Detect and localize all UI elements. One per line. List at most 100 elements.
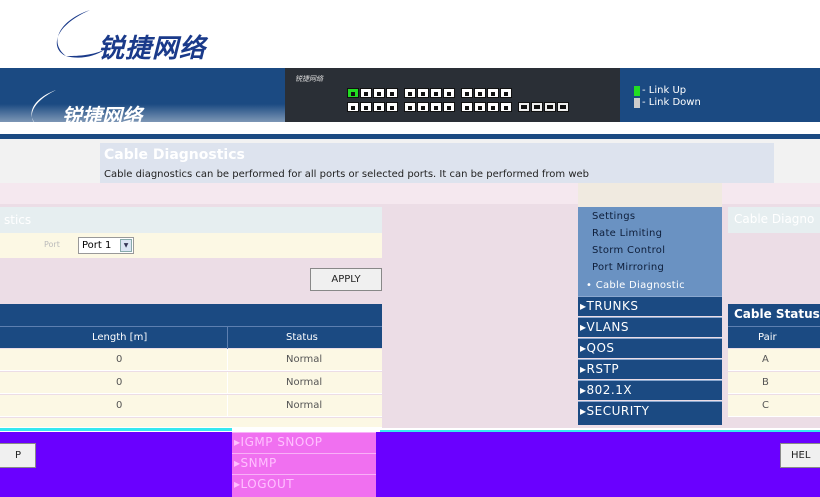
table-title-bar [0,304,382,326]
port-led[interactable] [474,102,486,112]
port-led[interactable] [417,102,429,112]
status-cell: Normal [286,377,323,388]
right-section-title: Cable Diagno [734,212,815,226]
port-led[interactable] [404,102,416,112]
menu-item-snmp[interactable]: ▸SNMP [232,453,376,473]
menu-item-label: LOGOUT [240,477,295,491]
sfp-port[interactable] [518,102,530,112]
table-row: B [728,372,820,394]
port-led[interactable] [386,102,398,112]
menu-item-label: IGMP SNOOP [240,435,323,449]
menu-item-security[interactable]: ▸SECURITY [578,401,722,425]
port-led[interactable] [500,102,512,112]
menu-item-label: VLANS [586,320,630,334]
port-led[interactable] [373,102,385,112]
port-led[interactable] [430,102,442,112]
chevron-down-icon[interactable]: ▼ [120,239,132,252]
submenu-item-cable-diagnostic[interactable]: • Cable Diagnostic [586,280,685,291]
length-cell: 0 [116,377,123,388]
sfp-port[interactable] [544,102,556,112]
port-led[interactable] [443,102,455,112]
table-header-row: Length [m] Status [0,326,382,349]
port-led[interactable] [386,88,398,98]
menu-item-vlans[interactable]: ▸VLANS [578,317,722,337]
pair-header-row: Pair [728,326,820,348]
link-down-label: - Link Down [642,97,701,108]
length-cell: 0 [116,354,123,365]
menu-item-rstp[interactable]: ▸RSTP [578,359,722,379]
menu-item-label: SNMP [240,456,277,470]
header-gap [0,122,820,128]
length-cell: 0 [116,400,123,411]
cable-status-title: Cable Status [728,304,820,326]
port-led[interactable] [360,88,372,98]
section-title: stics [4,213,32,227]
right-section-header: Cable Diagno [728,207,820,233]
port-led[interactable] [487,88,499,98]
link-up-swatch [634,86,640,96]
pair-cell: A [762,354,769,365]
menu-item-qos[interactable]: ▸QOS [578,338,722,358]
title-box: Cable Diagnostics Cable diagnostics can … [100,143,774,183]
port-led[interactable] [373,88,385,98]
help-button[interactable]: HEL [780,443,820,468]
apply-button[interactable]: APPLY [310,268,382,291]
port-select-value: Port 1 [82,240,112,251]
logo: 锐捷网络 [40,6,210,64]
column-header-length: Length [m] [92,332,148,343]
menu-item-logout[interactable]: ▸LOGOUT [232,474,376,494]
page-title: Cable Diagnostics [104,147,245,163]
sfp-port[interactable] [531,102,543,112]
port-select[interactable]: Port 1 ▼ [78,237,134,254]
menu-item-label: QOS [586,341,615,355]
port-led[interactable] [461,102,473,112]
submenu-item-storm-control[interactable]: Storm Control [592,245,665,256]
bottom-menu: ▸IGMP SNOOP ▸SNMP ▸LOGOUT [232,432,376,497]
submenu-item-port-mirroring[interactable]: Port Mirroring [592,262,664,273]
sfp-port[interactable] [557,102,569,112]
submenu-item-rate-limiting[interactable]: Rate Limiting [592,228,662,239]
ports-bottom-row [347,102,573,112]
port-led[interactable] [443,88,455,98]
port-row: Port Port 1 ▼ [0,233,382,258]
port-led[interactable] [430,88,442,98]
status-cell: Normal [286,400,323,411]
link-down-swatch [634,98,640,108]
port-led[interactable] [347,102,359,112]
port-led[interactable] [360,102,372,112]
port-label: Port [44,240,60,249]
menu-item-label: TRUNKS [586,299,639,313]
section-header: stics [0,207,382,233]
glitch-line [0,428,232,431]
table-row: A [728,349,820,371]
submenu-item-settings[interactable]: Settings [592,211,635,222]
active-submenu-label: Cable Diagnostic [595,280,685,291]
menu-item-trunks[interactable]: ▸TRUNKS [578,296,722,316]
table-row: 0 Normal [0,372,382,394]
table-row: C [728,395,820,417]
switch-brand: 锐捷网络 [295,75,323,83]
menu-item-label: 802.1X [586,383,633,397]
submenu: Settings Rate Limiting Storm Control Por… [578,207,722,296]
link-up-label: - Link Up [642,85,687,96]
port-led[interactable] [487,102,499,112]
menu-item-igmp-snoop[interactable]: ▸IGMP SNOOP [232,432,376,452]
menu-item-label: RSTP [586,362,620,376]
port-led[interactable] [347,88,359,98]
port-led[interactable] [417,88,429,98]
port-led[interactable] [500,88,512,98]
left-partial-button[interactable]: P [0,443,36,468]
menu-item-8021x[interactable]: ▸802.1X [578,380,722,400]
table-row: 0 Normal [0,349,382,371]
table-row: 0 Normal [0,395,382,417]
pair-cell: C [762,400,769,411]
menu-item-label: SECURITY [586,404,650,418]
port-led[interactable] [404,88,416,98]
port-led[interactable] [474,88,486,98]
switch-panel: 锐捷网络 [285,68,620,122]
pair-cell: B [762,377,769,388]
table-row-partial [0,418,382,428]
status-cell: Normal [286,354,323,365]
bottom-frame [0,432,820,497]
port-led[interactable] [461,88,473,98]
